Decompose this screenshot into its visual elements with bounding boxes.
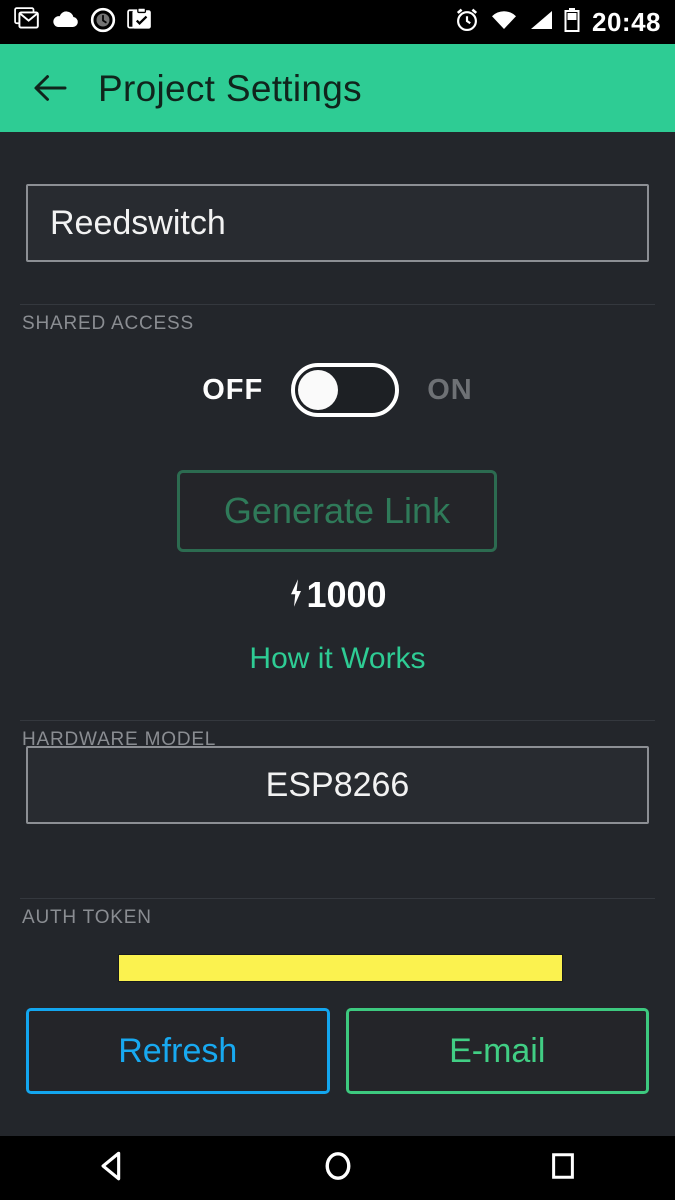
divider-auth-token <box>20 898 655 899</box>
wifi-icon <box>490 8 518 37</box>
android-nav-bar <box>0 1136 675 1200</box>
clipboard-check-icon <box>127 6 153 38</box>
toggle-on-label: ON <box>427 373 473 406</box>
clock-circle-icon <box>90 7 116 38</box>
auth-token-label: AUTH TOKEN <box>22 907 152 928</box>
status-bar-right-icons: 20:48 <box>454 7 661 38</box>
auth-token-redaction-overlay <box>118 954 563 982</box>
how-it-works-link[interactable]: How it Works <box>0 644 675 674</box>
settings-content: Reedswitch SHARED ACCESS OFF ON Generate… <box>0 132 675 1136</box>
phone-screen: 20:48 Project Settings Reedswitch SHARED… <box>0 0 675 1200</box>
auth-token-value-wrapper[interactable]: •••••••••••••••••••••••••••••••• <box>118 948 563 984</box>
shared-access-toggle[interactable] <box>291 363 400 417</box>
hardware-model-value: ESP8266 <box>265 766 410 804</box>
refresh-button[interactable]: Refresh <box>26 1008 330 1094</box>
shared-access-toggle-row: OFF ON <box>0 360 675 420</box>
nav-recents-button[interactable] <box>508 1136 618 1200</box>
generate-link-button[interactable]: Generate Link <box>177 470 497 552</box>
energy-cost-row: 1000 <box>0 572 675 618</box>
status-bar-clock: 20:48 <box>592 7 661 37</box>
alarm-icon <box>454 7 480 38</box>
email-label: E-mail <box>449 1032 546 1070</box>
status-bar-left-icons <box>14 6 153 38</box>
status-bar: 20:48 <box>0 0 675 44</box>
refresh-label: Refresh <box>118 1032 238 1070</box>
nav-home-icon <box>321 1149 355 1188</box>
nav-home-button[interactable] <box>283 1136 393 1200</box>
nav-back-icon <box>96 1149 130 1188</box>
cloud-icon <box>51 7 79 38</box>
project-name-value: Reedswitch <box>50 204 226 242</box>
cellular-signal-icon <box>528 8 554 37</box>
divider-hardware-model <box>20 720 655 721</box>
energy-cost-value: 1000 <box>306 574 387 615</box>
shared-access-label: SHARED ACCESS <box>22 313 194 334</box>
battery-icon <box>564 7 580 38</box>
generate-link-label: Generate Link <box>223 490 451 531</box>
divider-shared-access <box>20 304 655 305</box>
nav-recents-icon <box>548 1151 578 1186</box>
back-arrow-icon[interactable] <box>30 67 72 109</box>
hardware-model-select[interactable]: ESP8266 <box>26 746 649 824</box>
nav-back-button[interactable] <box>58 1136 168 1200</box>
project-name-input[interactable]: Reedswitch <box>26 184 649 262</box>
energy-bolt-icon <box>288 578 304 613</box>
gmail-icon <box>14 6 40 38</box>
toggle-knob <box>298 370 339 410</box>
toggle-off-label: OFF <box>202 373 264 406</box>
auth-token-actions: Refresh E-mail <box>0 1008 675 1094</box>
email-button[interactable]: E-mail <box>345 1008 649 1094</box>
app-bar: Project Settings <box>0 44 675 132</box>
page-title: Project Settings <box>98 67 362 109</box>
